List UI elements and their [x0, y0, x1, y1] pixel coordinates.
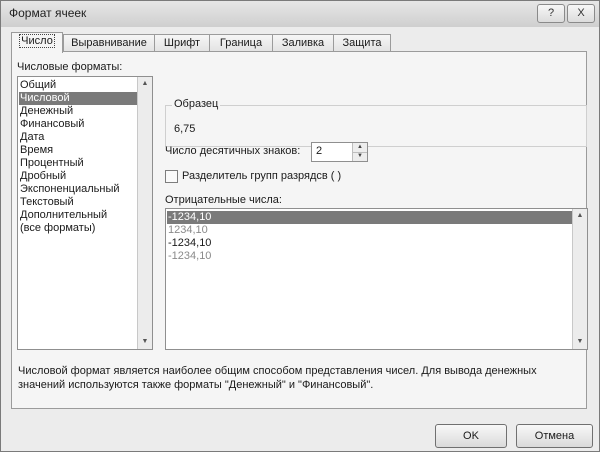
number-formats-label: Числовые форматы: — [17, 61, 123, 73]
ok-button[interactable]: OK — [435, 424, 507, 448]
number-formats-list[interactable]: Общий Числовой Денежный Финансовый Дата … — [17, 76, 153, 350]
negative-numbers-label: Отрицательные числа: — [165, 194, 282, 206]
list-item[interactable]: Время — [20, 144, 53, 157]
sample-legend: Образец — [172, 98, 221, 110]
list-item[interactable]: Процентный — [20, 157, 84, 170]
title-bar: Формат ячеек ? X — [1, 1, 599, 27]
list-item[interactable]: (все форматы) — [20, 222, 95, 235]
dialog-title: Формат ячеек — [9, 6, 87, 20]
list-item[interactable]: Общий — [20, 79, 56, 92]
list-item[interactable]: Финансовый — [20, 118, 84, 131]
list-item[interactable]: Денежный — [20, 105, 73, 118]
list-item[interactable]: Текстовый — [20, 196, 74, 209]
list-item[interactable]: Дробный — [20, 170, 66, 183]
tab-font[interactable]: Шрифт — [154, 34, 210, 52]
separator-checkbox[interactable] — [165, 170, 178, 183]
decimal-places-stepper[interactable]: 2 ▲ ▼ — [311, 142, 368, 162]
decimal-places-label: Число десятичных знаков: — [165, 145, 301, 157]
negative-scrollbar[interactable]: ▲ ▼ — [572, 209, 587, 349]
formats-scrollbar[interactable]: ▲ ▼ — [137, 77, 152, 349]
number-tab-panel: Числовые форматы: Общий Числовой Денежны… — [11, 51, 588, 409]
tab-alignment[interactable]: Выравнивание — [63, 34, 155, 52]
separator-label[interactable]: Разделитель групп разрядсв ( ) — [182, 170, 341, 182]
negative-item-red[interactable]: -1234,10 — [168, 250, 211, 263]
close-button[interactable]: X — [567, 4, 595, 23]
cancel-button[interactable]: Отмена — [516, 424, 593, 448]
scroll-down-icon[interactable]: ▼ — [138, 335, 152, 349]
list-item-selected[interactable]: Числовой — [19, 92, 138, 105]
tab-border-label: Граница — [219, 37, 263, 49]
format-cells-dialog: Формат ячеек ? X Число Выравнивание Шриф… — [0, 0, 600, 452]
tab-number[interactable]: Число — [11, 32, 63, 53]
tab-number-label: Число — [19, 34, 55, 48]
scroll-down-icon[interactable]: ▼ — [573, 335, 587, 349]
negative-numbers-list[interactable]: -1234,10 1234,10 -1234,10 -1234,10 ▲ ▼ — [165, 208, 588, 350]
tab-border[interactable]: Граница — [209, 34, 273, 52]
tab-protection[interactable]: Защита — [333, 34, 391, 52]
tab-protection-label: Защита — [342, 37, 382, 49]
stepper-buttons: ▲ ▼ — [352, 143, 367, 161]
negative-item-red[interactable]: 1234,10 — [168, 224, 208, 237]
tab-font-label: Шрифт — [163, 37, 201, 49]
decimal-places-value[interactable]: 2 — [316, 145, 322, 157]
tab-fill[interactable]: Заливка — [272, 34, 334, 52]
scroll-up-icon[interactable]: ▲ — [138, 77, 152, 91]
sample-group: Образец 6,75 — [165, 98, 587, 147]
dialog-body: Число Выравнивание Шрифт Граница Заливка… — [7, 29, 593, 413]
sample-value: 6,75 — [174, 123, 196, 135]
negative-item-selected[interactable]: -1234,10 — [167, 211, 572, 224]
stepper-down-icon[interactable]: ▼ — [353, 152, 367, 161]
help-button[interactable]: ? — [537, 4, 565, 23]
tab-fill-label: Заливка — [281, 37, 325, 49]
list-item[interactable]: Дата — [20, 131, 44, 144]
format-description: Числовой формат является наиболее общим … — [18, 365, 537, 391]
tab-alignment-label: Выравнивание — [71, 37, 147, 49]
scroll-up-icon[interactable]: ▲ — [573, 209, 587, 223]
list-item[interactable]: Дополнительный — [20, 209, 107, 222]
list-item[interactable]: Экспоненциальный — [20, 183, 120, 196]
negative-item[interactable]: -1234,10 — [168, 237, 211, 250]
